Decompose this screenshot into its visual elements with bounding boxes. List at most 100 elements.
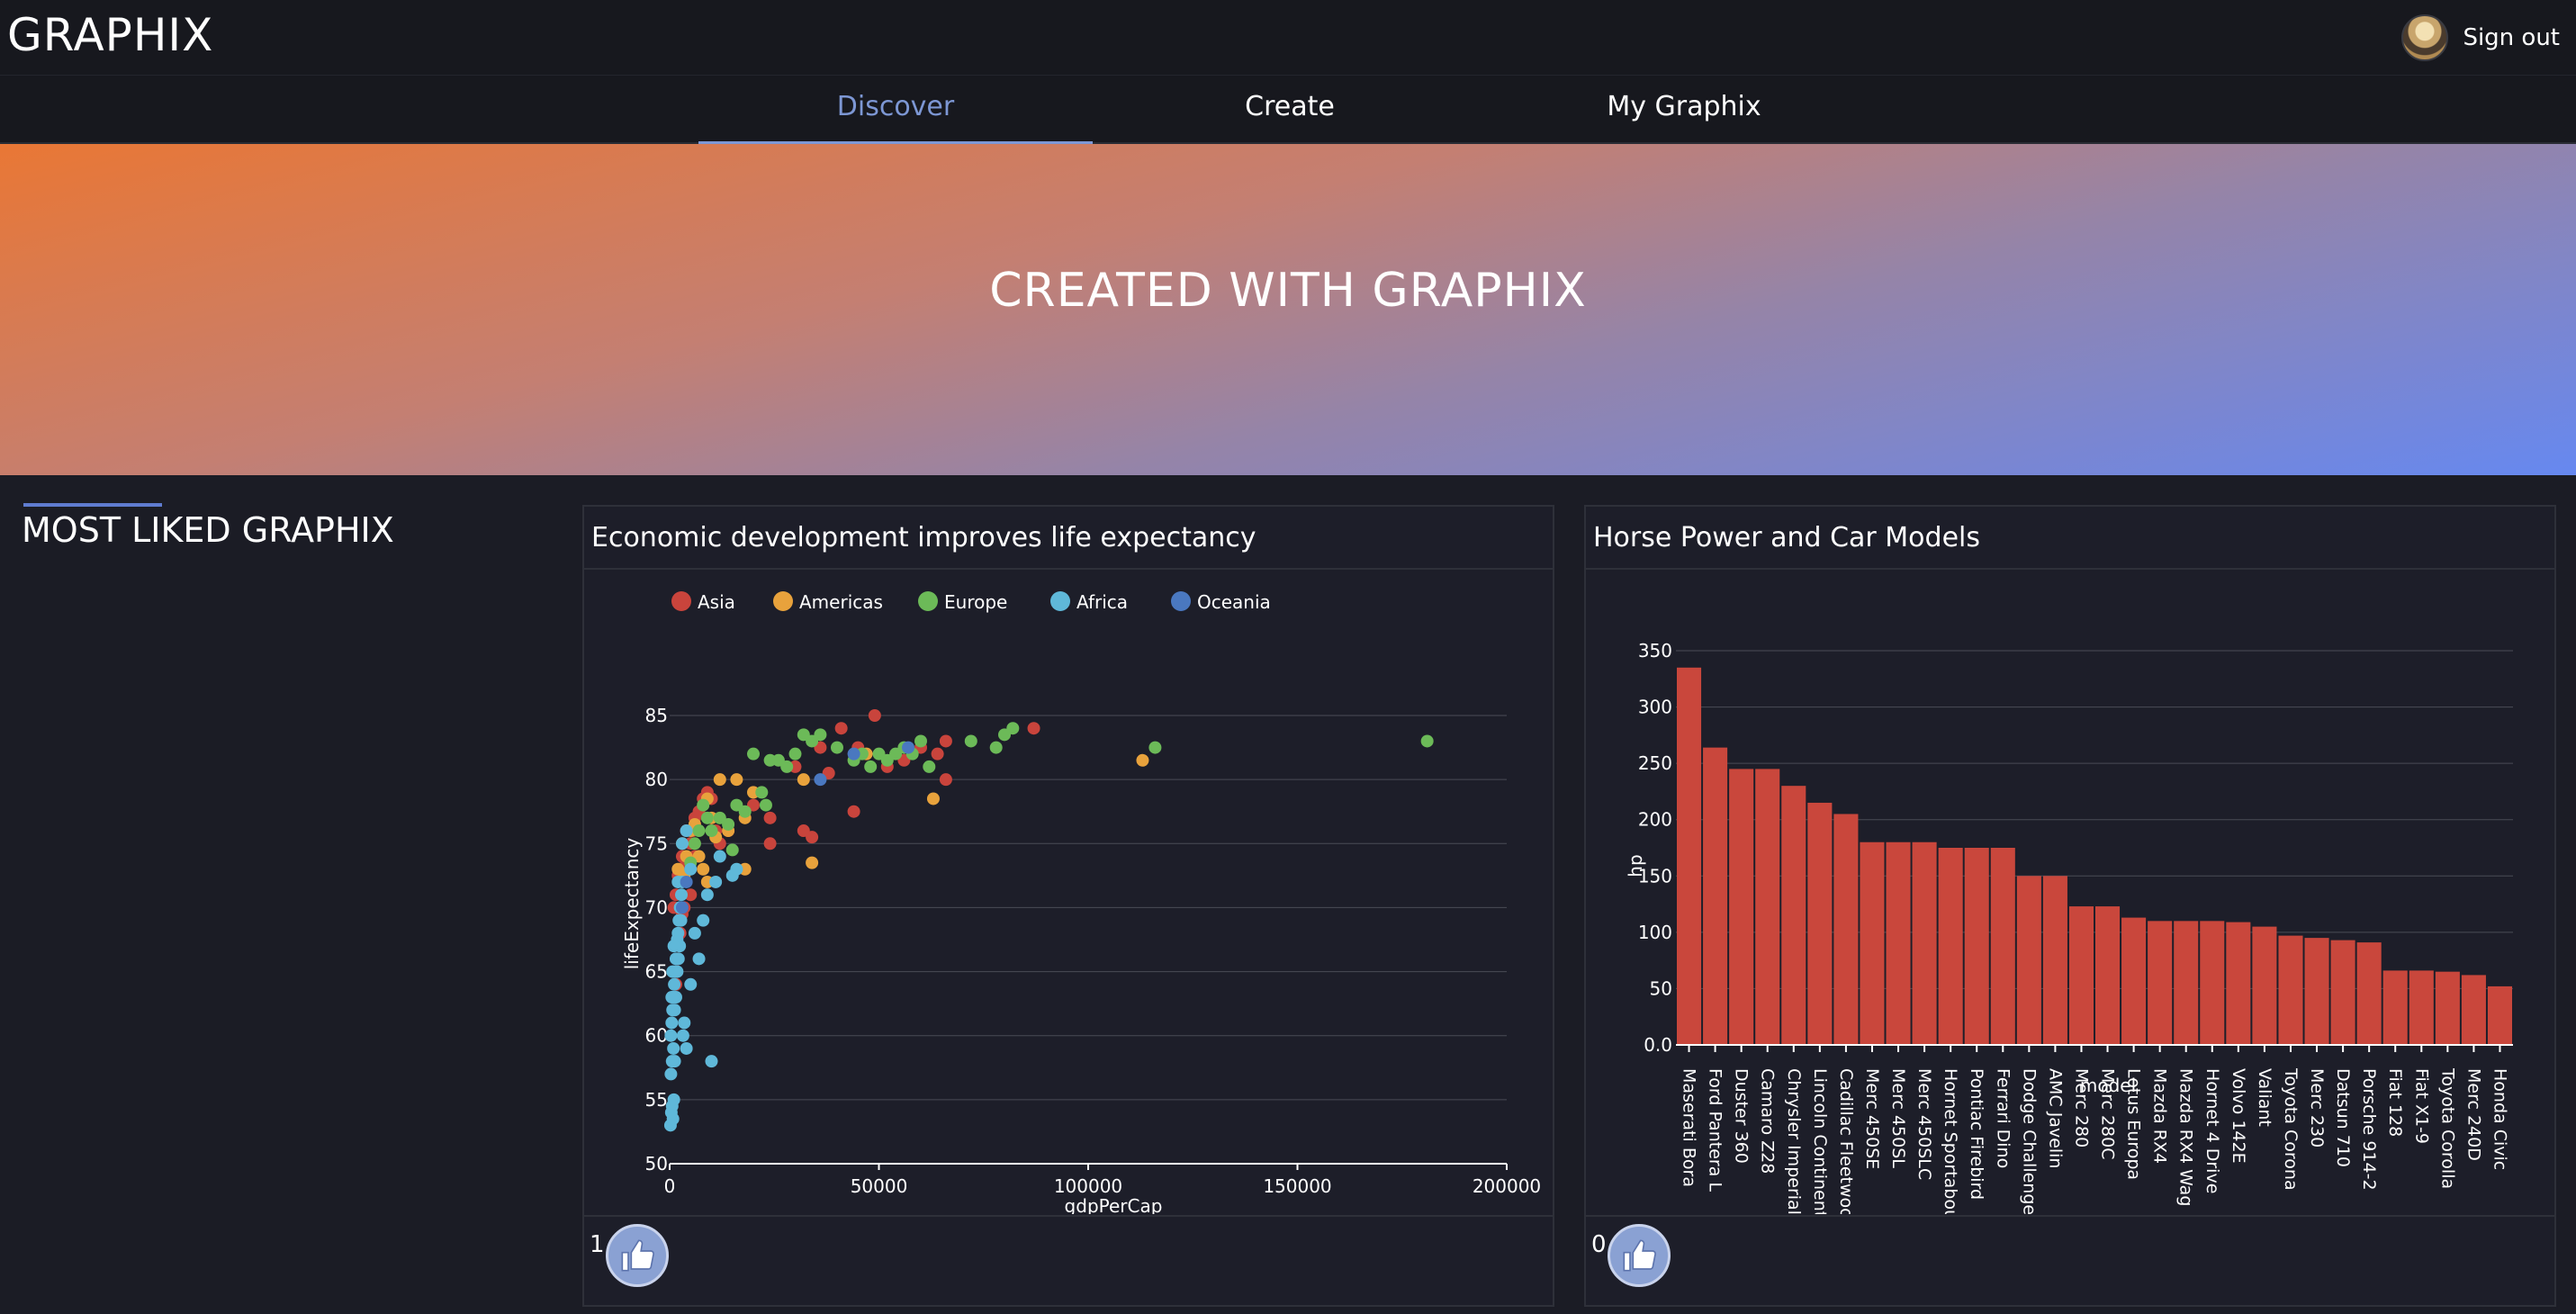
data-point-oceania: [847, 747, 860, 760]
data-point-oceania: [814, 773, 827, 787]
data-point-africa: [692, 952, 706, 966]
data-point-asia: [939, 734, 952, 748]
legend-swatch: [773, 591, 793, 611]
x-tick-label: Honda Civic: [2490, 1068, 2509, 1170]
tab-create[interactable]: Create: [1093, 76, 1487, 144]
data-point-europe: [1420, 734, 1434, 748]
data-point-africa: [709, 875, 723, 888]
y-tick-label: 65: [645, 961, 668, 983]
bar-15: [2042, 876, 2067, 1045]
bar-5: [1781, 786, 1806, 1045]
data-point-europe: [700, 811, 714, 824]
user-menu: Sign out: [2401, 14, 2560, 61]
y-tick-label: 60: [645, 1025, 668, 1047]
bar-7: [1833, 814, 1859, 1045]
x-tick-label: Porsche 914-2: [2359, 1068, 2379, 1191]
tab-my-graphix[interactable]: My Graphix: [1487, 76, 1881, 144]
x-tick-label: Cadillac Fleetwooc: [1836, 1068, 1856, 1214]
x-tick-label: Hornet 4 Drive: [2202, 1068, 2222, 1193]
x-tick-label: Mazda RX4: [2150, 1068, 2170, 1164]
graphix-card-life-expectancy[interactable]: Economic development improves life expec…: [582, 505, 1554, 1307]
y-tick-label: 50: [1650, 977, 1672, 999]
y-tick-label: 350: [1638, 640, 1672, 662]
scatter-chart: Asia Americas Europe Africa Oceania 50 55 60 65 7…: [621, 591, 1541, 1214]
legend-swatch: [1050, 591, 1070, 611]
bar-23: [2252, 926, 2277, 1045]
y-tick-label: 50: [645, 1153, 668, 1174]
data-point-asia: [868, 709, 881, 722]
data-point-americas: [697, 862, 710, 876]
data-point-africa: [664, 1067, 678, 1081]
like-button[interactable]: [1608, 1224, 1671, 1287]
legend-swatch: [918, 591, 938, 611]
main-nav: Discover Create My Graphix: [0, 76, 2576, 144]
section-title: MOST LIKED GRAPHIX: [22, 510, 394, 550]
data-point-europe: [780, 760, 794, 773]
data-point-asia: [1027, 722, 1040, 735]
data-point-europe: [738, 805, 752, 818]
data-point-americas: [1136, 753, 1149, 767]
thumbs-up-icon: [621, 1239, 654, 1272]
y-tick-label: 200: [1638, 809, 1672, 831]
bar-26: [2330, 940, 2355, 1045]
tab-discover[interactable]: Discover: [698, 76, 1093, 144]
data-point-europe: [722, 817, 735, 831]
data-point-africa: [674, 914, 688, 927]
data-point-europe: [864, 760, 878, 773]
data-point-europe: [747, 747, 760, 760]
x-tick-label: Merc 450SLC: [1914, 1068, 1934, 1180]
avatar[interactable]: [2401, 14, 2449, 61]
legend-item-oceania: Oceania: [1171, 591, 1271, 613]
sign-out-button[interactable]: Sign out: [2463, 24, 2560, 51]
data-point-oceania: [680, 875, 693, 888]
x-tick-label: Merc 230: [2307, 1068, 2327, 1148]
x-tick-label: 100000: [1054, 1175, 1122, 1197]
data-point-europe: [1148, 741, 1162, 754]
x-tick-label: Datsun 710: [2333, 1068, 2353, 1167]
x-tick-label: Toyota Corolla: [2437, 1067, 2457, 1189]
card-footer: 0: [1586, 1215, 2554, 1305]
bar-31: [2461, 975, 2486, 1045]
data-point-africa: [675, 837, 689, 850]
brand-logo[interactable]: GRAPHIX: [7, 9, 213, 61]
x-tick-label: Camaro Z28: [1758, 1068, 1778, 1174]
card-title: Horse Power and Car Models: [1586, 507, 2554, 570]
legend-label: Europe: [944, 591, 1007, 613]
x-tick-label: Ferrari Dino: [1993, 1068, 2013, 1168]
x-tick-label: Toyota Corona: [2281, 1067, 2301, 1191]
data-point-africa: [667, 1093, 680, 1106]
x-tick-label: Ford Pantera L: [1706, 1068, 1725, 1192]
legend-item-americas: Americas: [773, 591, 883, 613]
data-point-americas: [797, 773, 810, 787]
data-point-europe: [989, 741, 1003, 754]
data-point-europe: [697, 798, 710, 812]
y-tick-label: 100: [1638, 922, 1672, 943]
like-button[interactable]: [606, 1224, 669, 1287]
legend-item-africa: Africa: [1050, 591, 1128, 613]
legend-item-europe: Europe: [918, 591, 1007, 613]
legend-swatch: [1171, 591, 1191, 611]
bar-12: [1964, 848, 1989, 1045]
data-point-africa: [680, 1041, 693, 1055]
data-point-europe: [759, 798, 772, 812]
data-point-asia: [806, 831, 819, 844]
graphix-card-horse-power[interactable]: Horse Power and Car Models 0.0 50 100 150 20…: [1584, 505, 2556, 1307]
legend-label: Oceania: [1197, 591, 1271, 613]
x-tick-label: 50000: [851, 1175, 908, 1197]
x-tick-label: 200000: [1473, 1175, 1541, 1197]
x-tick-label: Merc 240D: [2463, 1068, 2483, 1161]
x-tick-label: Valiant: [2255, 1068, 2274, 1127]
data-point-europe: [814, 728, 827, 742]
card-title: Economic development improves life expec…: [584, 507, 1553, 570]
hero-banner: CREATED WITH GRAPHIX: [0, 144, 2576, 475]
y-axis-label: lifeExpectancy: [621, 838, 643, 970]
data-point-europe: [725, 843, 739, 857]
legend-swatch: [671, 591, 691, 611]
bar-1: [1677, 667, 1702, 1045]
data-point-asia: [763, 811, 777, 824]
data-point-asia: [939, 773, 952, 787]
data-point-africa: [666, 1112, 680, 1126]
data-point-americas: [713, 773, 726, 787]
x-tick-label: 150000: [1263, 1175, 1331, 1197]
data-point-africa: [676, 1029, 689, 1042]
